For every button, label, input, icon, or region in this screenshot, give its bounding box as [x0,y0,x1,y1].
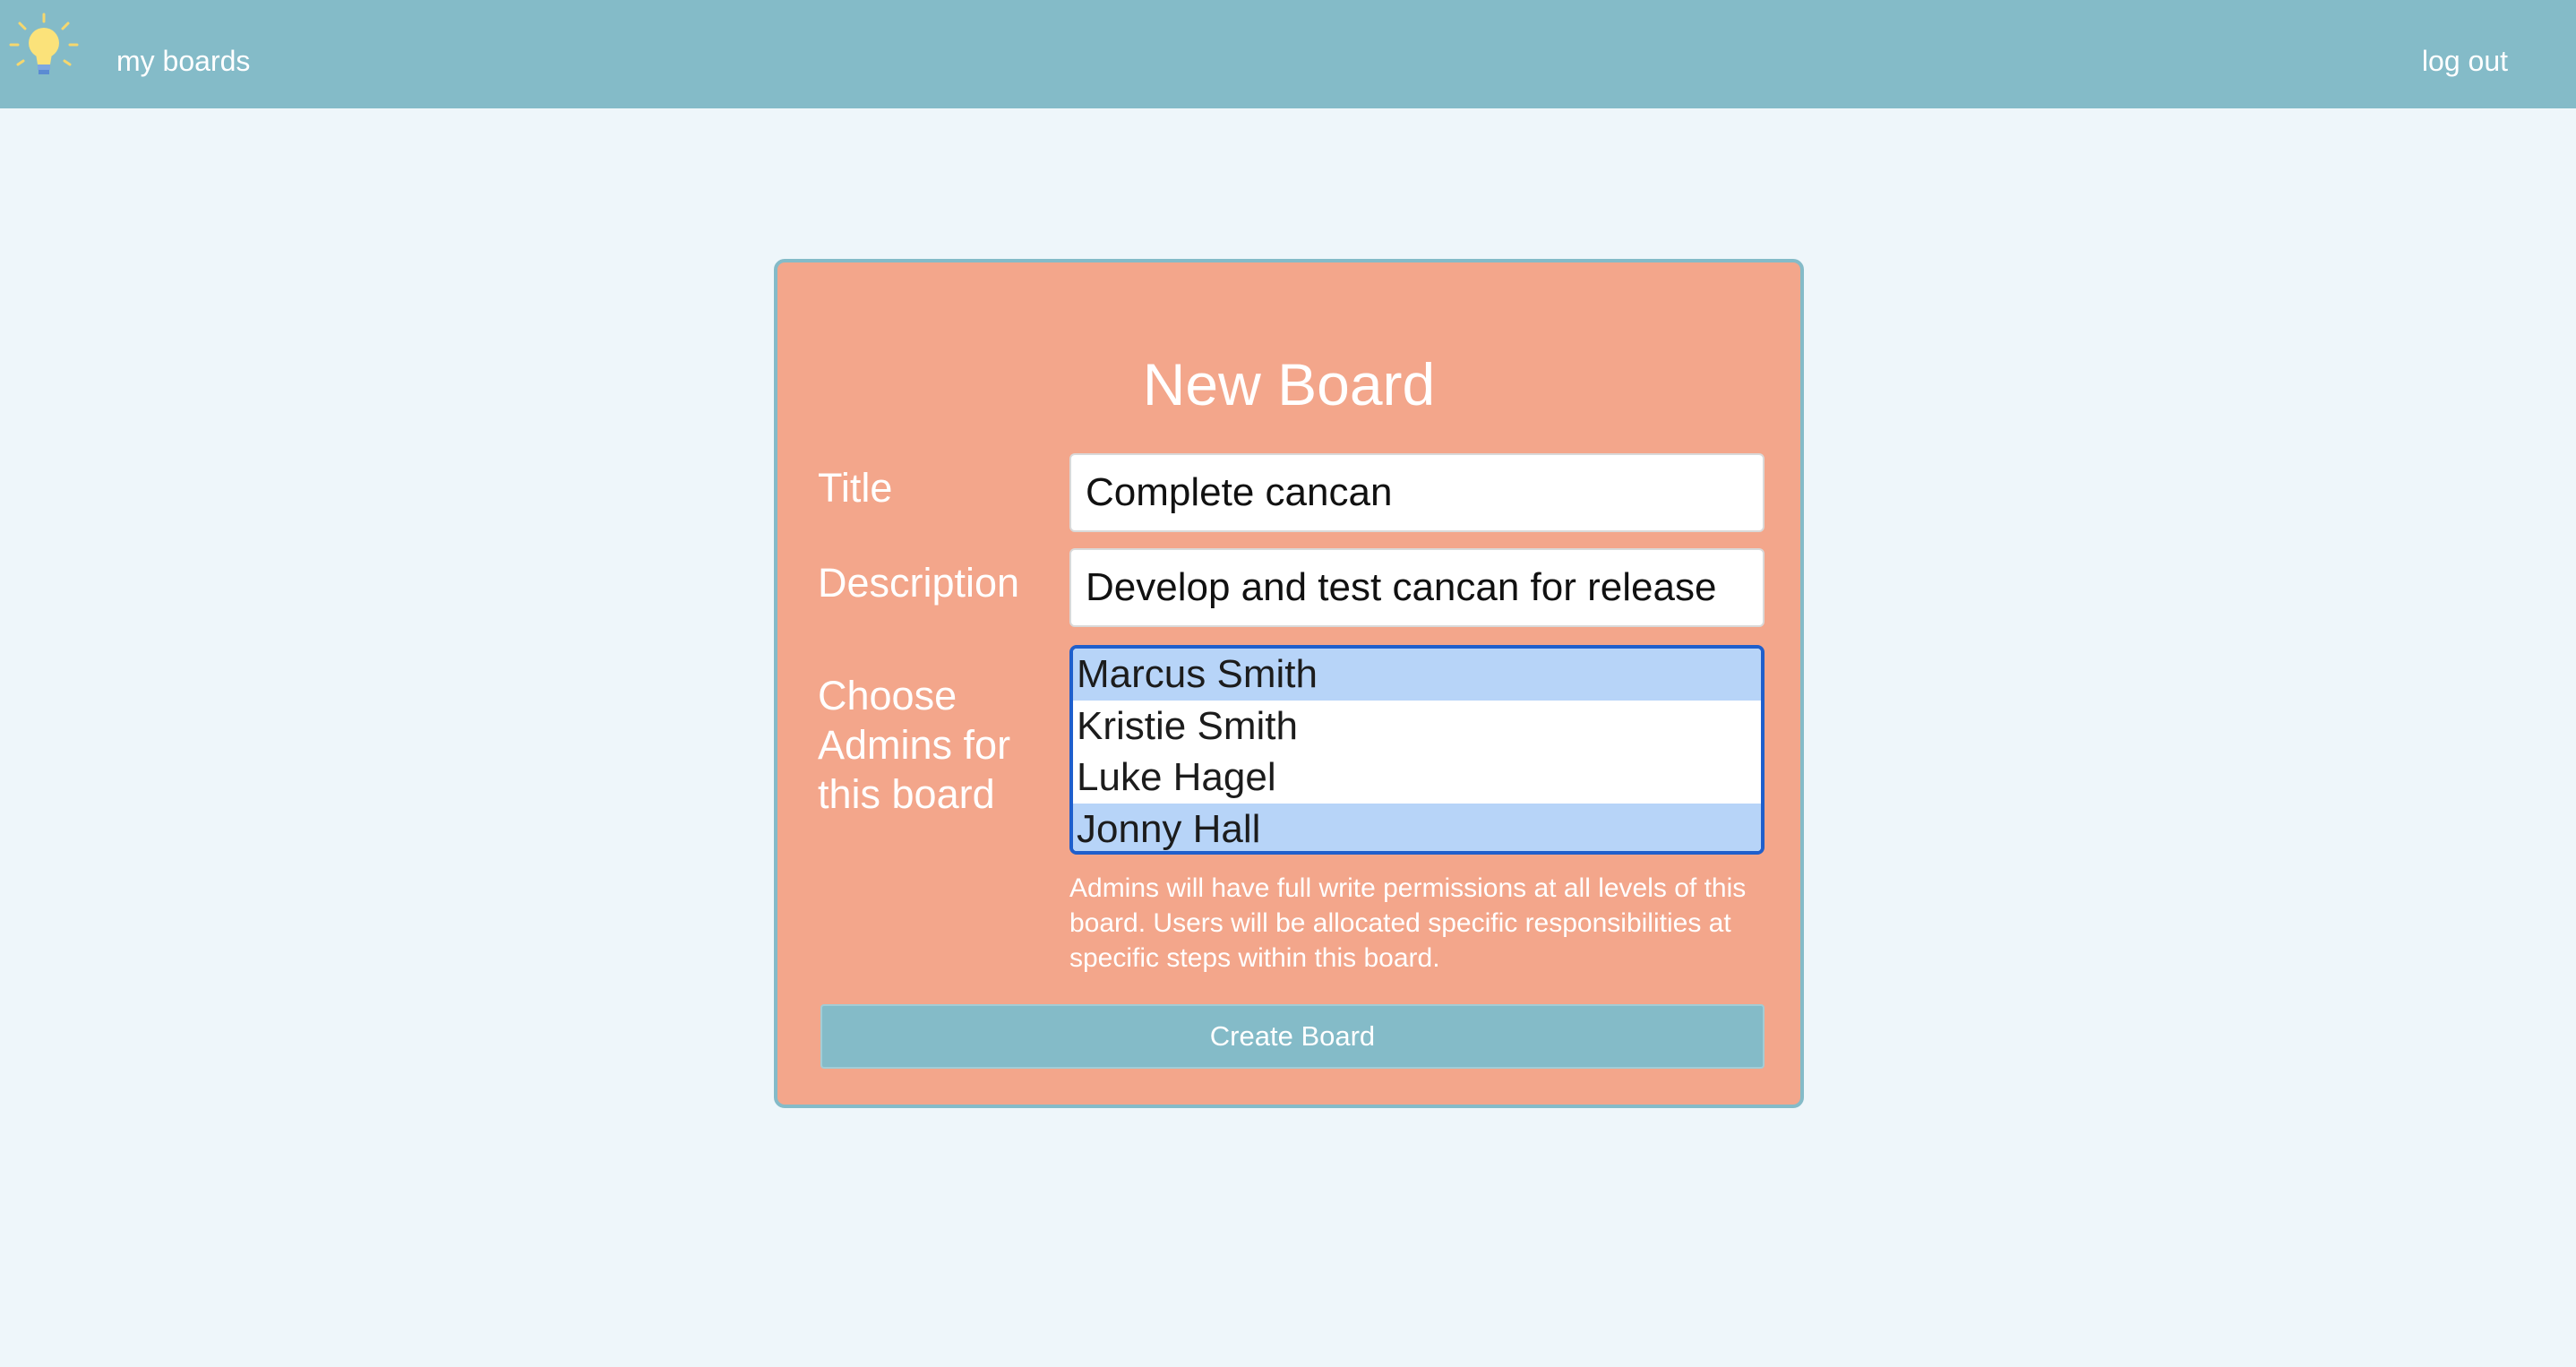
log-out-link[interactable]: log out [2422,39,2508,82]
description-label: Description [818,560,1020,606]
admin-option-luke-hagel[interactable]: Luke Hagel [1073,752,1761,804]
lightbulb-icon[interactable] [7,11,81,84]
new-board-form: New Board Title Description Choose Admin… [774,259,1804,1108]
form-heading: New Board [1142,351,1436,417]
admins-help-text: Admins will have full write permissions … [1069,873,1747,973]
title-input[interactable] [1069,453,1765,532]
description-input[interactable] [1069,548,1765,627]
create-board-button[interactable]: Create Board [820,1004,1765,1069]
my-boards-link[interactable]: my boards [116,39,250,82]
admin-option-marcus-smith[interactable]: Marcus Smith [1073,649,1761,701]
admins-label: Choose Admins for this board [818,673,1011,817]
title-label: Title [818,465,893,511]
admin-option-jonny-hall[interactable]: Jonny Hall [1073,803,1761,851]
admin-option-kristie-smith[interactable]: Kristie Smith [1073,701,1761,752]
admins-multiselect[interactable]: Marcus Smith Kristie Smith Luke Hagel Jo… [1069,645,1765,855]
top-navbar: my boards log out [0,0,2576,108]
